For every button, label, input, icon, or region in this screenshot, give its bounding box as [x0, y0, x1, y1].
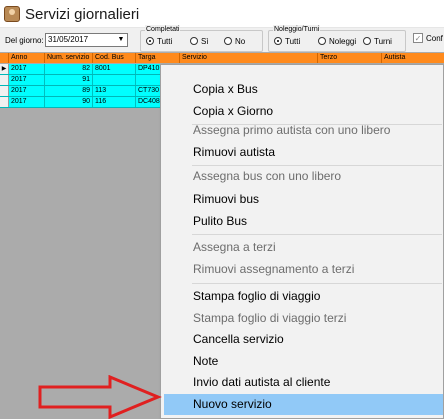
menu-item-invio-dati-autista[interactable]: Invio dati autista al cliente — [164, 372, 443, 393]
menu-item-stampa-foglio-viaggio[interactable]: Stampa foglio di viaggio — [164, 286, 443, 307]
noleggio-label: Noleggio/Turni — [273, 25, 321, 34]
cell-cod-bus[interactable]: 8001 — [93, 64, 136, 74]
date-value: 31/05/2017 — [48, 35, 89, 44]
cell-anno[interactable]: 2017 — [9, 86, 45, 96]
row-indicator-header — [0, 53, 9, 63]
menu-item-rimuovi-bus[interactable]: Rimuovi bus — [164, 189, 443, 210]
menu-separator — [192, 283, 442, 284]
radio-noleggio-turni[interactable]: Turni — [363, 37, 392, 47]
red-arrow-icon — [38, 375, 162, 419]
window-title: Servizi giornalieri — [25, 6, 140, 23]
radio-unchecked-icon — [190, 37, 198, 45]
checkmark-icon: ✓ — [414, 34, 422, 43]
menu-item-nuovo-servizio[interactable]: Nuovo servizio — [164, 394, 443, 415]
menu-item-copia-x-bus[interactable]: Copia x Bus — [164, 79, 443, 100]
menu-item-rimuovi-assegnamento-terzi: Rimuovi assegnamento a terzi — [193, 262, 355, 276]
radio-unchecked-icon — [224, 37, 232, 45]
completati-label: Completati — [145, 25, 181, 34]
radio-completati-si[interactable]: Sì — [190, 37, 209, 47]
cell-cod-bus[interactable] — [93, 75, 136, 85]
cell-anno[interactable]: 2017 — [9, 97, 45, 107]
row-indicator — [0, 97, 9, 107]
radio-completati-no[interactable]: No — [224, 37, 245, 47]
radio-completati-tutti[interactable]: Tutti — [146, 37, 172, 47]
menu-separator — [192, 234, 442, 235]
menu-item-stampa-foglio-viaggio-terzi: Stampa foglio di viaggio terzi — [193, 311, 347, 325]
date-picker[interactable]: 31/05/2017 ▼ — [45, 33, 128, 47]
radio-unchecked-icon — [363, 37, 371, 45]
current-row-arrow-icon: ▶ — [0, 64, 9, 74]
radio-noleggio-tutti[interactable]: Tutti — [274, 37, 300, 47]
menu-item-note[interactable]: Note — [164, 351, 443, 372]
menu-item-assegna-bus: Assegna bus con uno libero — [193, 169, 342, 183]
cell-num-servizio[interactable]: 90 — [45, 97, 93, 107]
menu-item-assegna-primo-autista: Assegna primo autista con uno libero — [193, 123, 391, 137]
row-indicator — [0, 86, 9, 96]
column-header-terzo[interactable]: Terzo — [318, 53, 382, 63]
row-indicator — [0, 75, 9, 85]
radio-checked-icon — [146, 37, 154, 45]
context-menu: Copia x Bus Copia x Giorno Assegna primo… — [160, 64, 444, 419]
noleggio-group: Noleggio/Turni Tutti Noleggi Turni — [268, 25, 406, 52]
dropdown-arrow-icon[interactable]: ▼ — [115, 34, 127, 46]
grid-header: Anno Num. servizio Cod. Bus Targa Serviz… — [0, 53, 444, 63]
cell-anno[interactable]: 2017 — [9, 75, 45, 85]
radio-checked-icon — [274, 37, 282, 45]
date-label: Del giorno: — [5, 36, 44, 45]
column-header-targa[interactable]: Targa — [136, 53, 180, 63]
cell-num-servizio[interactable]: 91 — [45, 75, 93, 85]
column-header-anno[interactable]: Anno — [9, 53, 45, 63]
conf-checkbox[interactable]: ✓ — [413, 33, 423, 43]
menu-item-cancella-servizio[interactable]: Cancella servizio — [164, 329, 443, 350]
menu-item-copia-x-giorno[interactable]: Copia x Giorno — [164, 101, 443, 122]
cell-num-servizio[interactable]: 89 — [45, 86, 93, 96]
radio-unchecked-icon — [318, 37, 326, 45]
completati-group: Completati Tutti Sì No — [140, 25, 263, 52]
radio-noleggio-noleggi[interactable]: Noleggi — [318, 37, 356, 47]
title-bar: Servizi giornalieri — [0, 0, 444, 28]
conf-label: Conf — [426, 34, 443, 43]
menu-item-pulito-bus[interactable]: Pulito Bus — [164, 211, 443, 232]
menu-item-rimuovi-autista[interactable]: Rimuovi autista — [164, 142, 443, 163]
column-header-cod-bus[interactable]: Cod. Bus — [93, 53, 136, 63]
column-header-num-servizio[interactable]: Num. servizio — [45, 53, 93, 63]
app-icon — [4, 6, 20, 22]
column-header-autista[interactable]: Autista — [382, 53, 444, 63]
column-header-servizio[interactable]: Servizio — [180, 53, 318, 63]
cell-num-servizio[interactable]: 82 — [45, 64, 93, 74]
cell-cod-bus[interactable]: 113 — [93, 86, 136, 96]
cell-anno[interactable]: 2017 — [9, 64, 45, 74]
cell-cod-bus[interactable]: 116 — [93, 97, 136, 107]
menu-item-assegna-terzi: Assegna a terzi — [193, 240, 276, 254]
